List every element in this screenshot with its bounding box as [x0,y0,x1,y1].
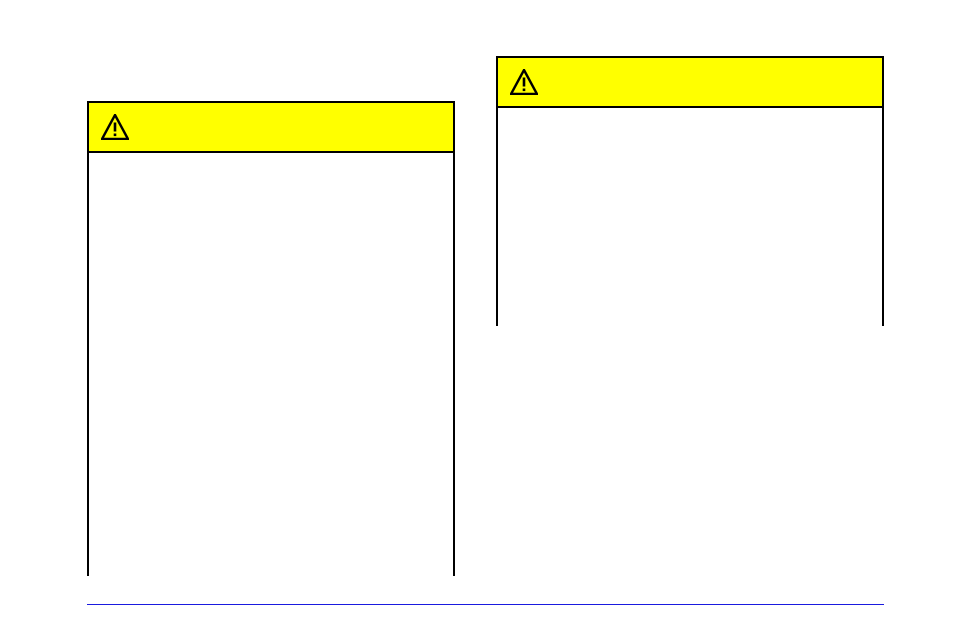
warning-panel-right-body [498,108,882,328]
warning-panel-left-header [89,103,453,153]
page-canvas [0,0,954,636]
horizontal-rule [87,604,884,605]
warning-panel-left-body [89,153,453,578]
warning-icon [101,114,129,140]
warning-panel-right-header [498,58,882,108]
warning-panel-right [496,56,884,326]
warning-icon [510,69,538,95]
warning-panel-left [87,101,455,576]
